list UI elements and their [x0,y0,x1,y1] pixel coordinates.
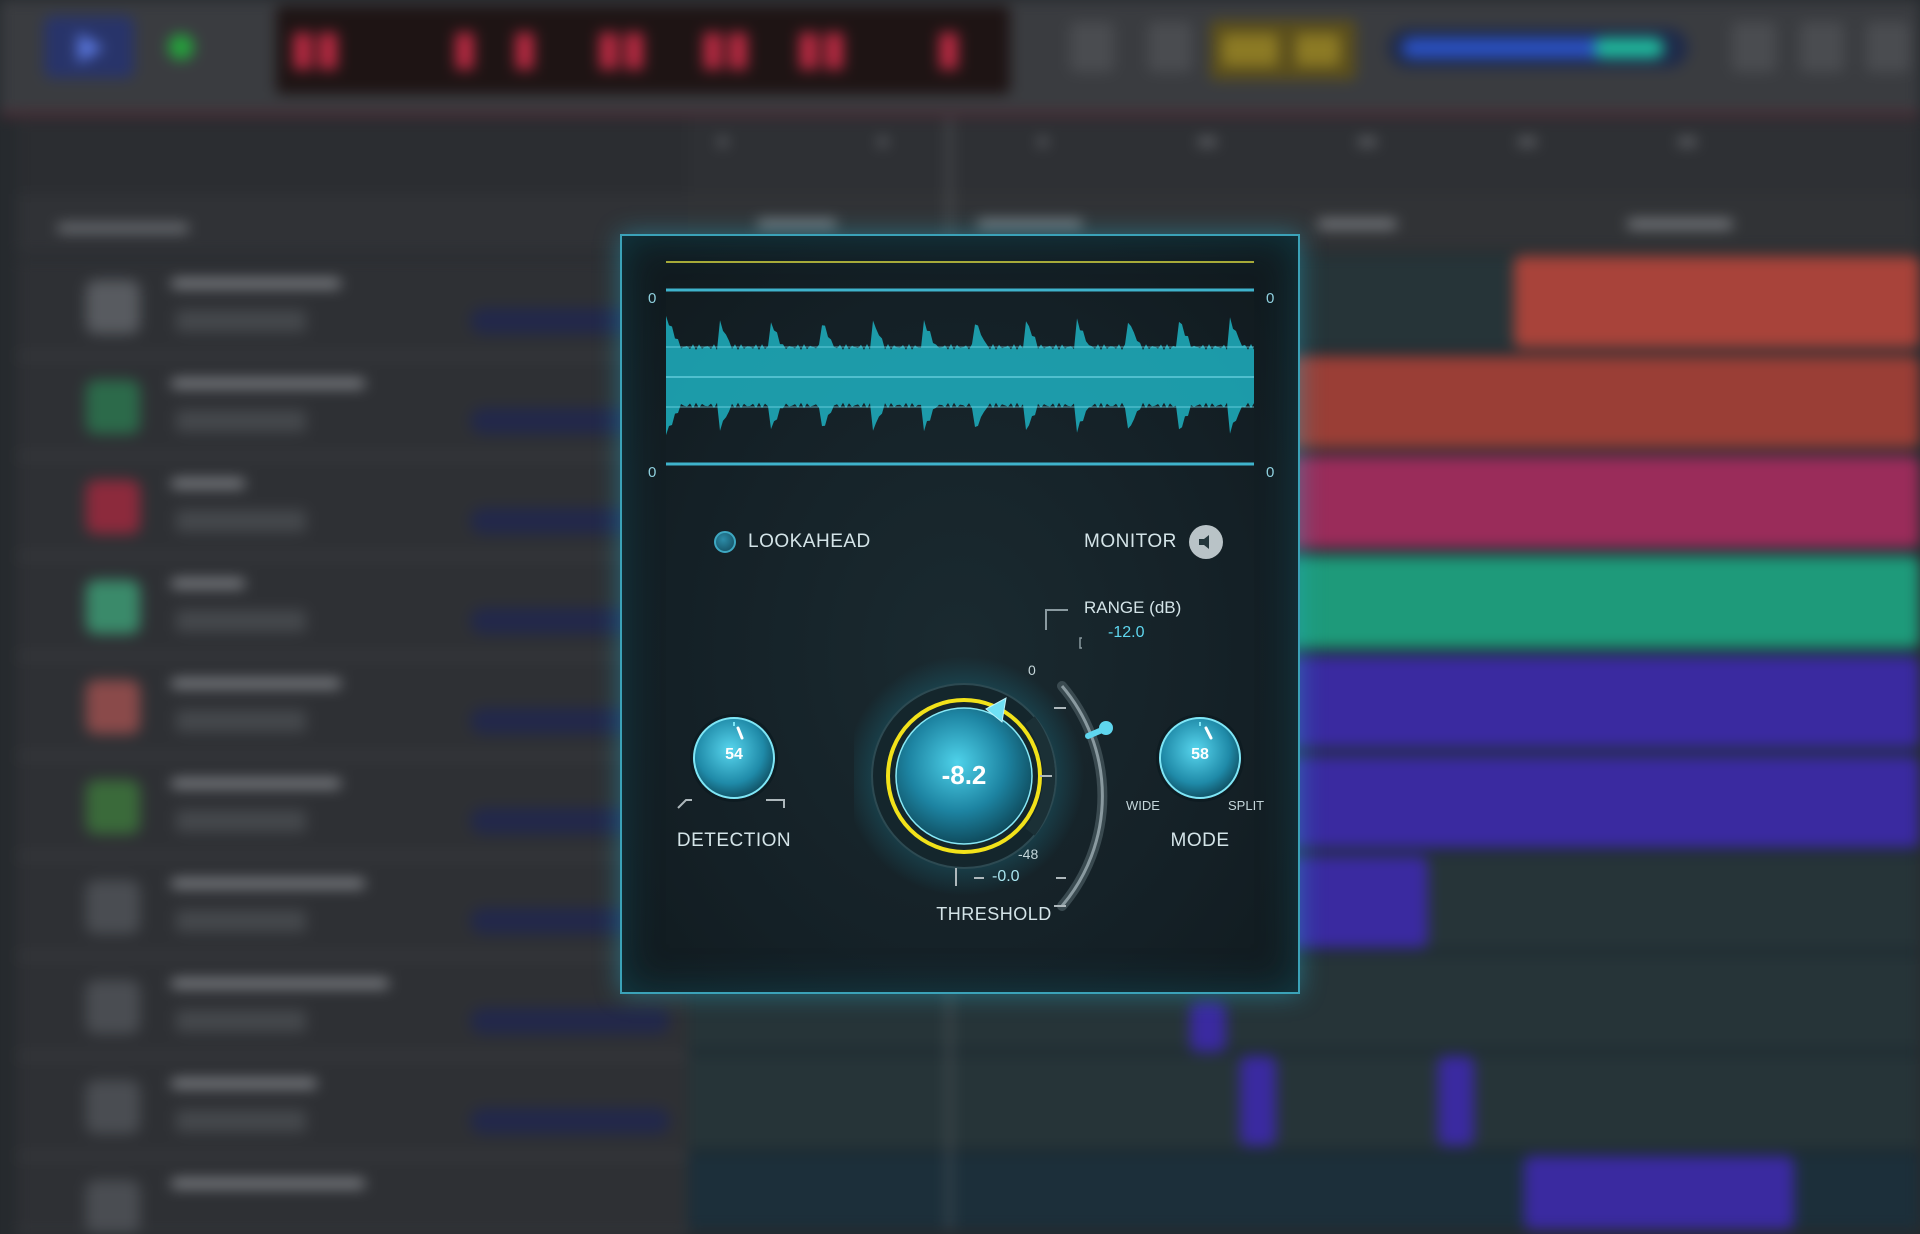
threshold-readout: -0.0 [992,868,1020,885]
region [1514,256,1920,348]
detection-label: DETECTION [676,830,792,851]
region [1288,656,1920,748]
lcd-segment: ▮ [452,25,478,77]
toolbar-button [1070,22,1114,72]
track-row: ▬▬▬▬▬▬▬▬▬ [16,958,688,1058]
mode-value: 58 [1191,746,1209,763]
region [1288,356,1920,448]
scope-zero-bottom-left: 0 [648,464,657,481]
master-volume [1388,28,1688,68]
region [1288,556,1920,648]
waveform-display [666,261,1254,466]
track-row: ▬▬▬▬▬▬ [16,1058,688,1158]
control-bar: ▮▮ ▮ ▮ ▮▮ ▮▮ ▮▮ ▮ [0,0,1920,116]
track-row: ▬▬▬ [16,558,688,658]
arrangement-header: ▬▬▬▬▬ [16,194,688,254]
region [1288,856,1428,948]
track-row: ▬▬▬ [16,458,688,558]
track-row: ▬▬▬▬▬▬▬ [16,658,688,758]
track-row: ▬▬▬▬▬▬▬▬ [16,1158,688,1234]
monitor-label: MONITOR [1084,531,1177,552]
track-row: ▬▬▬▬▬▬▬▬ [16,358,688,458]
lcd-segment: ▮▮ [290,25,341,77]
play-button [44,16,134,78]
play-icon [78,33,104,63]
region [1438,1056,1474,1146]
speaker-icon[interactable] [1188,525,1223,559]
track-header-toolbar [16,118,688,194]
lcd-segment: ▮▮ [596,25,647,77]
threshold-scale-top: 0 [1028,662,1036,678]
timeline-ruler: ▪ ▪ ▪ ▪▪ ▪▪ ▪▪ ▪▪ [688,118,1920,194]
toolbar-button [1732,22,1776,72]
lcd-display: ▮▮ ▮ ▮ ▮▮ ▮▮ ▮▮ ▮ [276,6,1010,94]
lookahead-toggle[interactable]: LOOKAHEAD [714,531,871,553]
threshold-scale-bottom: -48 [1018,846,1039,862]
scope-zero-bottom-right: 0 [1266,464,1275,481]
toolbar-button [1148,22,1192,72]
lcd-segment: ▮▮ [700,25,751,77]
threshold-label: THRESHOLD [936,904,1052,924]
range-title: RANGE (dB) [1084,598,1182,617]
arrangement-label: ▬▬▬▬▬ [58,208,188,238]
detection-value: 54 [725,746,743,763]
lcd-segment: ▮ [512,25,538,77]
scope-zero-top-right: 0 [1266,290,1275,307]
track-row: ▬▬▬▬▬▬▬ [16,758,688,858]
monitor-toggle[interactable]: MONITOR [1084,525,1223,559]
track-row: ▬▬▬▬▬▬▬ [16,258,688,358]
waveform-shape [666,315,1254,436]
region [1524,1156,1794,1230]
mode-wide-label: WIDE [1126,798,1160,813]
scope-zero-top-left: 0 [648,290,657,307]
record-indicator [168,34,194,60]
region [1288,756,1920,848]
detection-knob[interactable]: 54 [674,696,794,826]
toolbar-button [1866,22,1910,72]
speaker-glyph [1198,535,1209,549]
mode-label: MODE [1170,830,1230,851]
lcd-segment: ▮▮ [796,25,847,77]
region [1288,456,1920,548]
lcd-segment: ▮ [936,25,962,77]
track-row: ▬▬▬▬▬▬▬▬ [16,858,688,958]
mode-split-label: SPLIT [1228,798,1265,813]
region [1190,1002,1226,1052]
lookahead-led[interactable] [714,531,736,553]
noise-gate-plugin: 0 0 0 0 LOOKAHEAD MONITOR RANGE (dB) -12… [620,234,1300,994]
lookahead-label: LOOKAHEAD [748,531,871,552]
count-in-buttons [1210,20,1356,80]
toolbar-button [1800,22,1844,72]
region [1240,1056,1276,1146]
waveform [666,315,1254,436]
